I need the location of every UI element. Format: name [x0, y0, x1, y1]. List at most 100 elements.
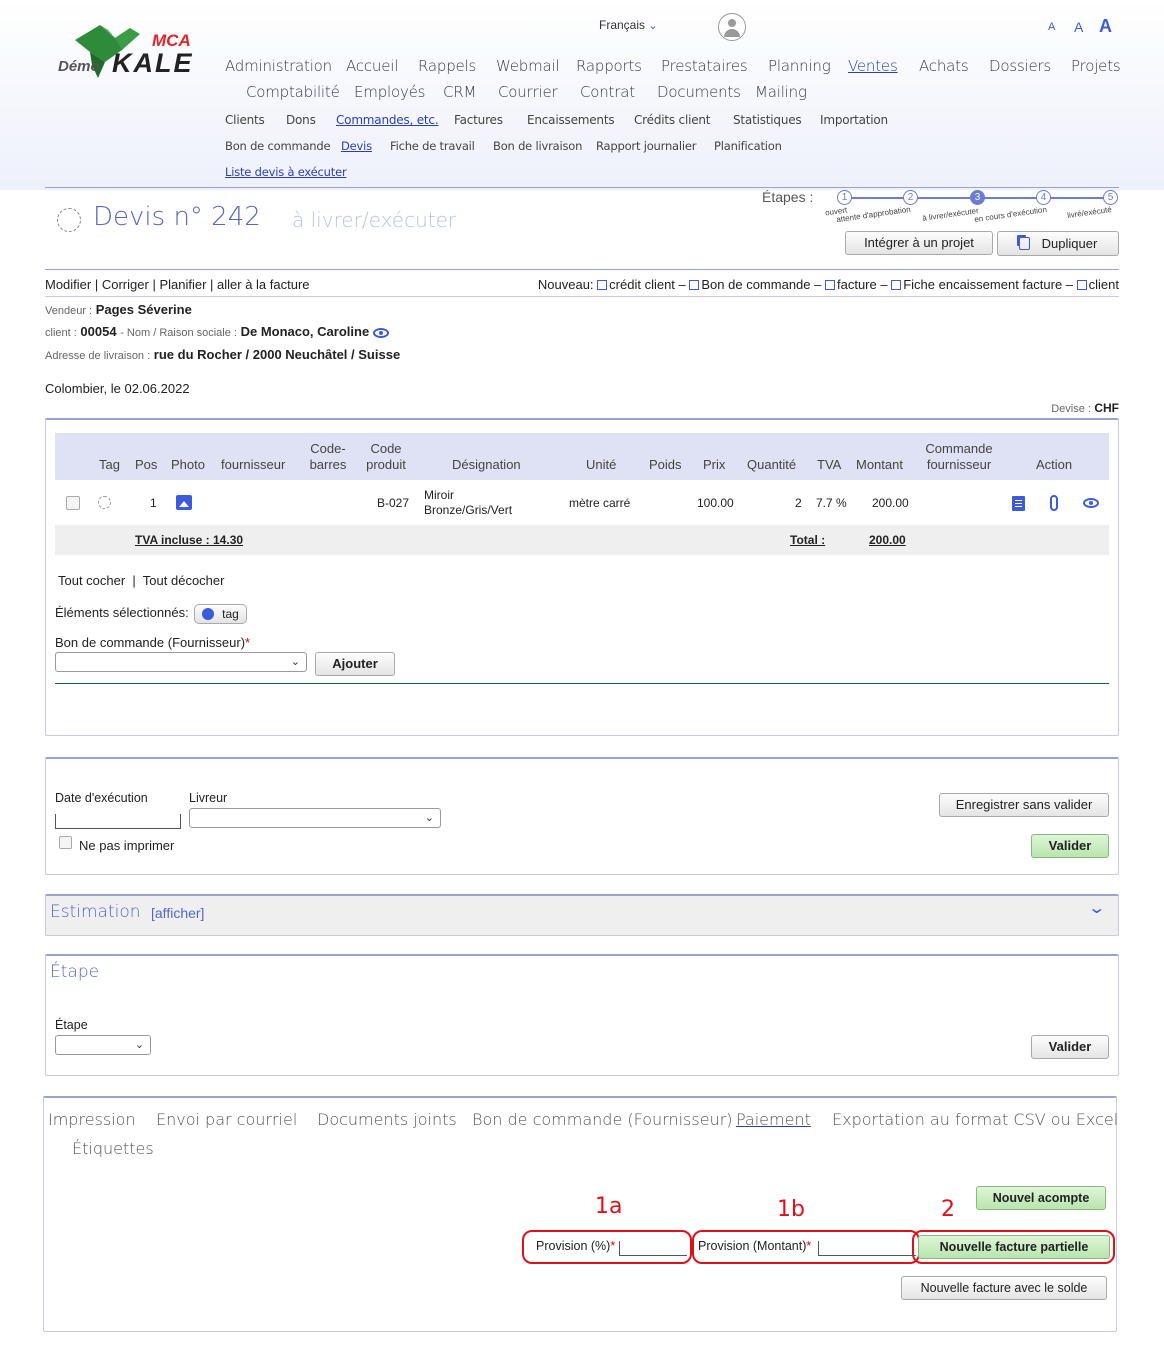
nav-mailing[interactable]: Mailing	[755, 83, 807, 101]
photo-icon[interactable]	[176, 495, 192, 510]
provision-amt-input[interactable]	[818, 1241, 916, 1256]
new-balance-invoice-button[interactable]: Nouvelle facture avec le solde	[901, 1276, 1107, 1300]
eye-icon[interactable]	[1083, 498, 1099, 508]
nav-rappels[interactable]: Rappels	[418, 57, 476, 75]
etape-label: Étape	[55, 1018, 88, 1032]
row-tag-circle[interactable]	[98, 496, 111, 509]
check-all-link[interactable]: Tout cocher	[58, 573, 125, 588]
nav-crm[interactable]: CRM	[443, 83, 476, 101]
nav-accueil[interactable]: Accueil	[346, 57, 398, 75]
tab-paiement[interactable]: Paiement	[736, 1110, 811, 1129]
new-partial-invoice-button[interactable]: Nouvelle facture partielle	[918, 1235, 1110, 1259]
link-corriger[interactable]: Corriger	[102, 277, 149, 292]
nav-webmail[interactable]: Webmail	[496, 57, 560, 75]
nav-rapports[interactable]: Rapports	[576, 57, 642, 75]
subnav-encaissements[interactable]: Encaissements	[527, 113, 615, 127]
subsubnav-devis[interactable]: Devis	[341, 139, 372, 153]
nav-ventes[interactable]: Ventes	[848, 57, 898, 75]
estimation-show-link[interactable]: [afficher]	[151, 905, 204, 921]
tag-button-label: tag	[222, 607, 239, 621]
nav-prestataires[interactable]: Prestataires	[661, 57, 748, 75]
tag-button[interactable]: tag	[194, 604, 247, 624]
subnav-credits-client[interactable]: Crédits client	[634, 113, 711, 127]
subnav-statistiques[interactable]: Statistiques	[733, 113, 802, 127]
subsubnav-bon-de-commande[interactable]: Bon de commande	[225, 139, 331, 153]
new-fiche-encaissement-link[interactable]: Fiche encaissement facture	[903, 277, 1062, 292]
save-without-validate-button[interactable]: Enregistrer sans valider	[939, 793, 1109, 817]
date-execution-input[interactable]	[55, 814, 181, 829]
new-client-link[interactable]: client	[1089, 277, 1119, 292]
th-code-produit: Code produit	[363, 441, 409, 473]
livreur-select[interactable]: ⌄	[189, 808, 441, 828]
subsubnav-fiche-de-travail[interactable]: Fiche de travail	[390, 139, 475, 153]
subnav-clients[interactable]: Clients	[225, 113, 265, 127]
external-link-icon	[597, 280, 608, 290]
provision-pct-input[interactable]	[619, 1241, 687, 1256]
nav-projets[interactable]: Projets	[1071, 57, 1121, 75]
nav-documents[interactable]: Documents	[657, 83, 741, 101]
no-print-checkbox[interactable]	[59, 836, 72, 849]
provision-pct-label-text: Provision (%)	[536, 1239, 611, 1253]
subnav-importation[interactable]: Importation	[820, 113, 888, 127]
subnav-commandes[interactable]: Commandes, etc.	[336, 113, 439, 127]
subnav-factures[interactable]: Factures	[454, 113, 503, 127]
subnav-dons[interactable]: Dons	[286, 113, 316, 127]
logo[interactable]: Démo MCA KALE	[58, 20, 208, 82]
language-selector[interactable]: Français ⌄	[599, 18, 658, 32]
row-checkbox[interactable]	[66, 496, 80, 510]
tab-etiquettes[interactable]: Étiquettes	[72, 1139, 154, 1158]
new-facture-link[interactable]: facture	[837, 277, 877, 292]
link-modifier[interactable]: Modifier	[45, 277, 91, 292]
date-execution-label: Date d'exécution	[55, 791, 148, 805]
new-deposit-button[interactable]: Nouvel acompte	[976, 1186, 1106, 1210]
th-code-produit-2: produit	[366, 457, 406, 472]
integrate-project-button[interactable]: Intégrer à un projet	[845, 231, 993, 255]
user-avatar-icon[interactable]	[718, 13, 746, 41]
external-link-icon	[689, 280, 700, 290]
font-size-small-button[interactable]: A	[1048, 21, 1055, 33]
etape-select[interactable]: ⌄	[55, 1035, 151, 1055]
duplicate-icon	[1018, 237, 1030, 250]
paperclip-icon[interactable]	[1050, 495, 1058, 511]
nav-comptabilite[interactable]: Comptabilité	[246, 83, 340, 101]
subsubnav-rapport-journalier[interactable]: Rapport journalier	[596, 139, 696, 153]
subsubsubnav-liste-devis[interactable]: Liste devis à exécuter	[225, 165, 347, 179]
nav-contrat[interactable]: Contrat	[580, 83, 635, 101]
po-select[interactable]: ⌄	[55, 652, 307, 672]
new-bon-commande-link[interactable]: Bon de commande	[701, 277, 810, 292]
selection-divider	[55, 683, 1109, 684]
client-label: client :	[45, 327, 77, 339]
nav-courrier[interactable]: Courrier	[498, 83, 558, 101]
annotation-1b: 1b	[777, 1197, 805, 1222]
uncheck-all-link[interactable]: Tout décocher	[143, 573, 225, 588]
nav-administration[interactable]: Administration	[225, 57, 332, 75]
add-button[interactable]: Ajouter	[315, 652, 395, 676]
validate-execution-button[interactable]: Valider	[1031, 834, 1109, 858]
tab-envoi-courriel[interactable]: Envoi par courriel	[156, 1110, 297, 1129]
tab-documents-joints[interactable]: Documents joints	[317, 1110, 457, 1129]
estimation-panel[interactable]	[45, 894, 1119, 936]
subsubnav-planification[interactable]: Planification	[714, 139, 782, 153]
chevron-down-icon: ⌄	[648, 20, 658, 32]
client-name: De Monaco, Caroline	[240, 324, 370, 339]
duplicate-button[interactable]: Dupliquer	[997, 231, 1119, 256]
subsubnav-bon-de-livraison[interactable]: Bon de livraison	[493, 139, 582, 153]
document-icon[interactable]	[1012, 496, 1025, 511]
tab-impression[interactable]: Impression	[48, 1110, 136, 1129]
nav-planning[interactable]: Planning	[768, 57, 831, 75]
font-size-large-button[interactable]: A	[1099, 16, 1112, 37]
validate-etape-button[interactable]: Valider	[1031, 1035, 1109, 1059]
link-aller-facture[interactable]: aller à la facture	[217, 277, 310, 292]
nav-achats[interactable]: Achats	[919, 57, 969, 75]
client-line: client : 00054 - Nom / Raison sociale : …	[45, 324, 389, 339]
tab-exportation[interactable]: Exportation au format CSV ou Excel	[832, 1110, 1118, 1129]
th-commande-1: Commande	[925, 441, 993, 456]
tab-bon-commande-fournisseur[interactable]: Bon de commande (Fournisseur)	[472, 1110, 733, 1129]
nav-employes[interactable]: Employés	[354, 83, 425, 101]
nav-dossiers[interactable]: Dossiers	[989, 57, 1051, 75]
chevron-down-icon[interactable]: ⌄	[1087, 898, 1106, 918]
link-planifier[interactable]: Planifier	[159, 277, 206, 292]
eye-icon[interactable]	[372, 328, 389, 338]
new-credit-client-link[interactable]: crédit client	[609, 277, 675, 292]
font-size-medium-button[interactable]: A	[1074, 19, 1083, 35]
